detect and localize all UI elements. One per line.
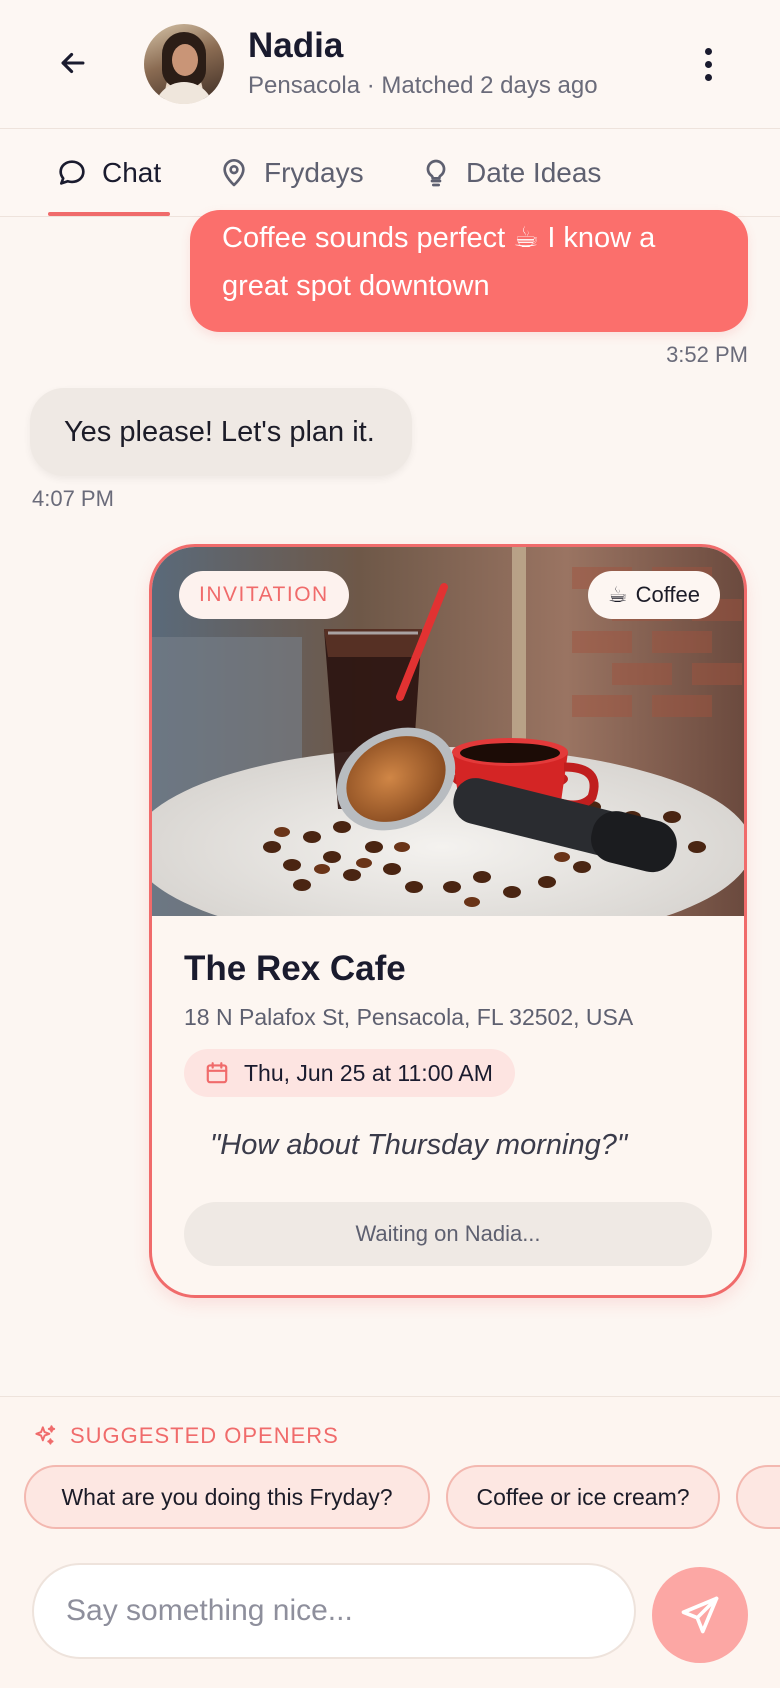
calendar-icon <box>206 1062 228 1084</box>
send-icon <box>681 1596 719 1634</box>
venue-name: The Rex Cafe <box>184 949 406 988</box>
suggestion-chip[interactable]: Coffee or ice cream? <box>446 1465 720 1529</box>
suggested-openers-heading: SUGGESTED OPENERS <box>32 1423 339 1449</box>
suggested-openers-title: SUGGESTED OPENERS <box>70 1423 339 1448</box>
incoming-message-text: Yes please! Let's plan it. <box>64 415 375 448</box>
date-time-chip: Thu, Jun 25 at 11:00 AM <box>184 1049 515 1097</box>
chat-bubble-icon <box>59 160 85 185</box>
arrow-left-icon <box>61 52 85 74</box>
avatar[interactable] <box>144 24 224 104</box>
lightbulb-icon <box>426 159 446 187</box>
date-time-text: Thu, Jun 25 at 11:00 AM <box>244 1059 493 1086</box>
more-vertical-icon <box>704 47 712 55</box>
suggestion-chip[interactable] <box>736 1465 780 1529</box>
coffee-icon: ☕ <box>607 582 628 607</box>
incoming-message[interactable]: Yes please! Let's plan it. <box>30 388 412 476</box>
suggestion-chip[interactable]: What are you doing this Fryday? <box>24 1465 430 1529</box>
sparkles-icon <box>35 1425 56 1445</box>
active-tab-indicator <box>48 212 170 216</box>
tab-frydays[interactable]: Frydays <box>218 129 364 217</box>
message-input-container <box>32 1563 636 1659</box>
invitation-badge: INVITATION <box>179 571 349 619</box>
tab-chat-label: Chat <box>102 157 162 188</box>
tab-date-ideas[interactable]: Date Ideas <box>420 129 601 217</box>
invitation-note: "How about Thursday morning?" <box>210 1129 628 1161</box>
match-name[interactable]: Nadia <box>248 26 343 66</box>
tab-frydays-label: Frydays <box>264 157 364 188</box>
tab-date-ideas-label: Date Ideas <box>466 157 602 188</box>
outgoing-message[interactable]: Coffee sounds perfect ☕ I know a great s… <box>190 210 748 332</box>
chat-header: Nadia Pensacola · Matched 2 days ago <box>0 0 780 129</box>
message-input[interactable] <box>66 1594 606 1628</box>
back-button[interactable] <box>50 40 96 86</box>
send-button[interactable] <box>652 1567 748 1663</box>
more-options-button[interactable] <box>686 40 730 88</box>
message-timestamp: 4:07 PM <box>32 486 114 511</box>
message-timestamp: 3:52 PM <box>666 342 748 367</box>
invitation-card[interactable]: INVITATION ☕ Coffee The Rex Cafe 18 N Pa… <box>149 544 747 1298</box>
category-label: Coffee <box>635 582 700 607</box>
composer-area: SUGGESTED OPENERS What are you doing thi… <box>0 1396 780 1688</box>
tab-bar: Chat Frydays Date Ideas <box>0 129 780 217</box>
category-badge: ☕ Coffee <box>587 571 720 619</box>
match-subtitle: Pensacola · Matched 2 days ago <box>248 72 598 99</box>
map-pin-icon <box>223 159 245 187</box>
waiting-status-button[interactable]: Waiting on Nadia... <box>184 1202 712 1266</box>
venue-address: 18 N Palafox St, Pensacola, FL 32502, US… <box>184 1004 634 1030</box>
tab-chat[interactable]: Chat <box>56 129 161 217</box>
